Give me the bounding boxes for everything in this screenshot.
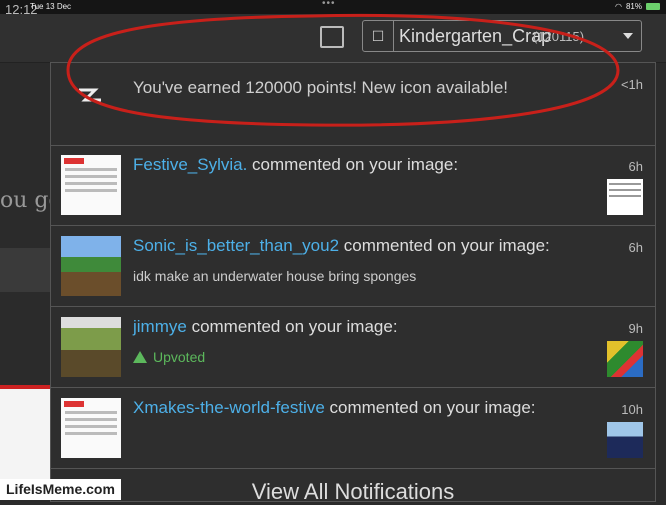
notification-time: 6h (628, 159, 643, 174)
notification-thumbnail[interactable] (61, 236, 121, 296)
notification-username[interactable]: Sonic_is_better_than_you2 (133, 236, 339, 255)
user-name: Kindergarten_Crap (399, 26, 552, 46)
notification-count-icon[interactable]: ☐ (363, 21, 394, 51)
up-arrow-icon (133, 351, 147, 363)
notification-item[interactable]: You've earned 120000 points! New icon av… (51, 63, 655, 146)
notification-item[interactable]: Festive_Sylvia. commented on your image:… (51, 145, 655, 226)
upvoted-text: Upvoted (153, 349, 206, 365)
notification-item[interactable]: jimmye commented on your image: Upvoted … (51, 307, 655, 388)
notification-action: commented on your image: (339, 236, 550, 255)
notification-time: 6h (628, 240, 643, 255)
notification-thumbnail[interactable] (61, 398, 121, 458)
notification-message: Xmakes-the-world-festive commented on yo… (133, 398, 536, 418)
multitask-dots-icon[interactable]: ••• (322, 0, 336, 9)
notification-username[interactable]: Festive_Sylvia. (133, 155, 247, 174)
notifications-panel: You've earned 120000 points! New icon av… (50, 62, 656, 505)
battery-icon (646, 3, 660, 10)
notification-action: commented on your image: (247, 155, 459, 174)
background-band (0, 248, 52, 292)
notification-thumbnail[interactable] (61, 317, 121, 377)
notification-message: Sonic_is_better_than_you2 commented on y… (133, 236, 550, 256)
upvoted-label: Upvoted (133, 349, 205, 365)
commented-image-thumbnail[interactable] (607, 422, 643, 458)
notification-item[interactable]: Xmakes-the-world-festive commented on yo… (51, 388, 655, 469)
notification-comment-text: idk make an underwater house bring spong… (133, 268, 417, 284)
notification-time: 10h (621, 402, 643, 417)
date: Tue 13 Dec (30, 2, 72, 11)
user-points: (120115) (533, 29, 585, 44)
battery-percent: 81% (625, 2, 642, 11)
notification-time: 9h (628, 321, 643, 336)
user-dropdown[interactable]: ☐ Kindergarten_Crap (120115) (362, 20, 642, 52)
notification-time: <1h (620, 77, 643, 92)
notification-message: jimmye commented on your image: (133, 317, 398, 337)
notification-thumbnail[interactable] (61, 155, 121, 215)
commented-image-thumbnail[interactable] (607, 179, 643, 215)
meme-thumb-image (0, 389, 50, 405)
notification-username[interactable]: Xmakes-the-world-festive (133, 398, 325, 417)
notification-item[interactable]: Sonic_is_better_than_you2 commented on y… (51, 226, 655, 307)
bolt-icon (79, 88, 101, 102)
notification-action: commented on your image: (186, 317, 398, 336)
commented-image-thumbnail[interactable] (607, 341, 643, 377)
top-bar: ☐ Kindergarten_Crap (120115) (0, 14, 666, 63)
wifi-icon: ◠ (615, 2, 622, 11)
notification-username[interactable]: jimmye (133, 317, 187, 336)
notification-message: You've earned 120000 points! New icon av… (133, 78, 508, 97)
view-all-notifications-link[interactable]: View All Notifications (51, 479, 655, 505)
inbox-icon[interactable] (320, 26, 344, 48)
status-bar: 12:12 Tue 13 Dec ••• ◠ 81% (0, 0, 666, 17)
watermark-logo: LifeIsMeme.com (0, 479, 121, 500)
notification-message: Festive_Sylvia. commented on your image: (133, 155, 458, 175)
background-meme-thumbnail[interactable] (0, 385, 50, 485)
notification-action: commented on your image: (324, 398, 536, 417)
chevron-down-icon (623, 33, 633, 39)
